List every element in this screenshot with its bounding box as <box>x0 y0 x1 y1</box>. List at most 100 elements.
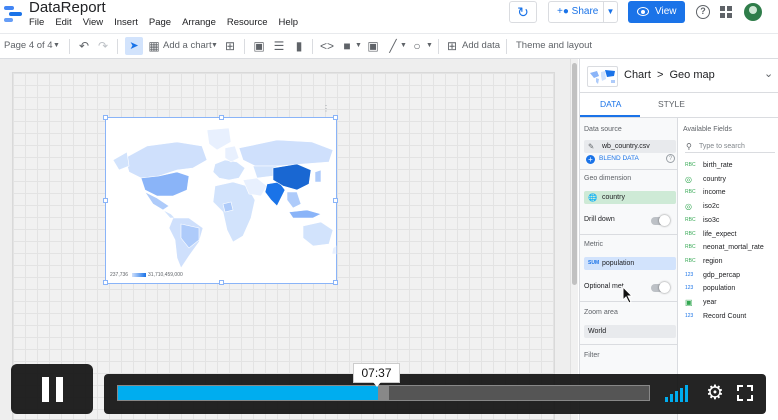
geo-map-chart[interactable]: 237,736 31,710,459,000 <box>103 115 338 285</box>
gear-icon[interactable]: ⚙ <box>705 383 725 403</box>
blend-data-button[interactable]: BLEND DATA <box>599 155 639 162</box>
menu-file[interactable]: File <box>29 17 44 31</box>
field-item[interactable]: 123 population <box>685 282 778 295</box>
avatar[interactable] <box>744 3 762 21</box>
resize-handle[interactable] <box>333 198 338 203</box>
text-type-icon: RBC <box>685 244 696 251</box>
theme-layout-button[interactable]: Theme and layout <box>516 38 592 54</box>
field-item[interactable]: RBC region <box>685 255 778 268</box>
legend-min-value: 237,736 <box>110 272 129 278</box>
video-progress-bar[interactable] <box>117 385 650 401</box>
field-item[interactable]: RBC income <box>685 186 778 199</box>
canvas-scrollbar[interactable] <box>570 59 578 420</box>
divider <box>580 344 678 345</box>
geo-dimension-chip[interactable]: 🌐 country <box>584 191 676 204</box>
add-data-icon[interactable]: ⊞ <box>445 39 459 53</box>
share-button[interactable]: +● Share ▼ <box>548 1 618 23</box>
menu-resource[interactable]: Resource <box>227 17 268 31</box>
undo-icon[interactable]: ↶ <box>77 39 91 53</box>
number-type-icon: 123 <box>685 312 694 319</box>
resize-handle[interactable] <box>333 115 338 120</box>
scrollbar-thumb[interactable] <box>572 63 577 285</box>
globe-icon: 🌐 <box>588 193 598 202</box>
tab-style[interactable]: STYLE <box>658 99 685 109</box>
chart-menu-icon[interactable]: ⋮ <box>322 104 330 113</box>
filter-control-icon[interactable]: ☰ <box>272 39 286 53</box>
shape-icon[interactable]: ○ <box>410 39 424 53</box>
resize-handle[interactable] <box>103 115 108 120</box>
chevron-down-icon[interactable]: ⌄ <box>764 67 773 80</box>
menu-view[interactable]: View <box>83 17 103 31</box>
resize-handle[interactable] <box>219 115 224 120</box>
view-button[interactable]: View <box>628 1 685 23</box>
field-name: year <box>703 299 717 306</box>
field-item[interactable]: RBC birth_rate <box>685 159 778 172</box>
text-box-icon[interactable]: ▣ <box>366 39 380 53</box>
resize-handle[interactable] <box>103 198 108 203</box>
menu-page[interactable]: Page <box>149 17 171 31</box>
field-name: population <box>703 285 736 293</box>
optional-metrics-toggle[interactable] <box>651 282 670 293</box>
geo-map-thumbnail-icon[interactable] <box>587 66 618 87</box>
date-range-icon[interactable]: ▣ <box>252 39 266 53</box>
map-region-australia <box>302 221 334 247</box>
data-source-chip[interactable]: ✎ wb_country.csv <box>584 140 676 153</box>
apps-grid-icon[interactable] <box>720 6 732 18</box>
resize-handle[interactable] <box>103 280 108 285</box>
menu-help[interactable]: Help <box>279 17 299 31</box>
page-indicator[interactable]: Page 4 of 4 <box>4 38 53 54</box>
metric-chip[interactable]: SUM population <box>584 257 676 270</box>
menu-insert[interactable]: Insert <box>114 17 138 31</box>
legend-gradient <box>132 273 146 277</box>
help-icon[interactable]: ? <box>696 5 710 19</box>
field-item[interactable]: ▣ year <box>685 296 778 309</box>
help-icon[interactable]: ? <box>666 154 675 163</box>
image-icon[interactable]: ■ <box>340 39 354 53</box>
zoom-area-select[interactable]: World <box>584 325 676 338</box>
share-dropdown-icon[interactable]: ▼ <box>603 2 617 22</box>
volume-icon[interactable] <box>665 384 695 402</box>
add-data-button[interactable]: Add data <box>462 38 500 54</box>
add-circle-icon[interactable]: + <box>586 155 595 164</box>
select-tool-icon[interactable]: ➤ <box>125 37 143 55</box>
fullscreen-icon[interactable] <box>737 385 753 401</box>
field-item[interactable]: 123 Record Count <box>685 310 778 323</box>
field-search-input[interactable]: ⚲ Type to search <box>685 140 775 153</box>
data-control-icon[interactable]: ▮ <box>292 39 306 53</box>
field-item[interactable]: RBC life_expect <box>685 228 778 241</box>
line-dropdown-icon[interactable]: ▼ <box>400 38 407 54</box>
menu-edit[interactable]: Edit <box>55 17 71 31</box>
add-chart-button[interactable]: Add a chart <box>163 38 212 54</box>
page-dropdown-icon[interactable]: ▼ <box>53 38 60 54</box>
menu-arrange[interactable]: Arrange <box>182 17 216 31</box>
community-viz-icon[interactable]: ⊞ <box>223 39 237 53</box>
aggregation-badge[interactable]: SUM <box>588 259 599 268</box>
map-region-central-america <box>162 209 176 219</box>
report-title[interactable]: DataReport <box>29 0 106 16</box>
field-name: region <box>703 257 723 265</box>
resize-handle[interactable] <box>219 280 224 285</box>
shape-dropdown-icon[interactable]: ▼ <box>426 38 433 54</box>
field-item[interactable]: ◎ country <box>685 173 778 186</box>
breadcrumb-chart[interactable]: Chart <box>624 69 651 81</box>
drill-down-label: Drill down <box>584 216 615 223</box>
pencil-icon[interactable]: ✎ <box>588 142 594 151</box>
add-chart-dropdown-icon[interactable]: ▼ <box>211 38 218 54</box>
field-item[interactable]: 123 gdp_percap <box>685 269 778 282</box>
drill-down-toggle[interactable] <box>651 215 670 226</box>
line-icon[interactable]: ╱ <box>386 39 400 53</box>
redo-icon[interactable]: ↷ <box>96 39 110 53</box>
field-item[interactable]: ◎ iso2c <box>685 200 778 213</box>
geo-dimension-title: Geo dimension <box>584 175 632 182</box>
field-item[interactable]: RBC neonat_mortal_rate <box>685 241 778 254</box>
tab-data[interactable]: DATA <box>600 99 621 109</box>
number-type-icon: 123 <box>685 285 694 292</box>
refresh-button[interactable]: ↻ <box>509 1 537 23</box>
url-embed-icon[interactable]: <> <box>320 39 334 53</box>
add-chart-icon[interactable]: ▦ <box>147 39 161 53</box>
image-dropdown-icon[interactable]: ▼ <box>355 38 362 54</box>
map-region-canada <box>124 141 208 179</box>
resize-handle[interactable] <box>333 280 338 285</box>
field-item[interactable]: RBC iso3c <box>685 214 778 227</box>
pause-button[interactable] <box>11 364 93 414</box>
